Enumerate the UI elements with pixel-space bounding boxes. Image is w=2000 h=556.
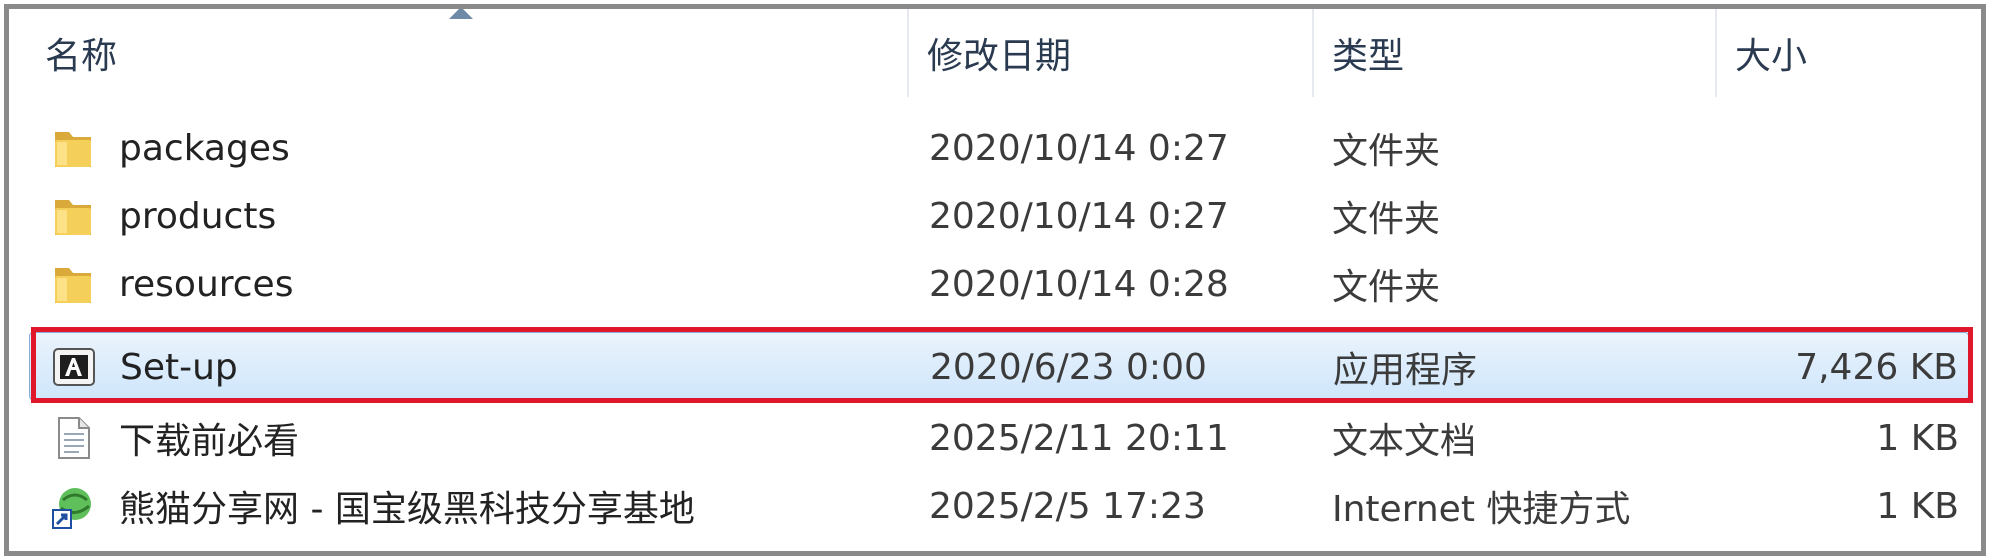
adobe-installer-icon <box>53 348 95 386</box>
file-size: 1 KB <box>1876 417 1959 459</box>
column-header-type[interactable]: 类型 <box>1332 9 1404 97</box>
sort-ascending-icon <box>449 9 473 19</box>
column-header-name[interactable]: 名称 <box>45 9 117 97</box>
file-row-resources[interactable]: resources 2020/10/14 0:28 文件夹 <box>29 250 1969 318</box>
modified-date: 2025/2/11 20:11 <box>929 417 1229 459</box>
column-header-bar: 名称 修改日期 类型 大小 <box>9 9 1981 97</box>
text-file-icon <box>58 417 90 459</box>
folder-icon <box>55 268 91 303</box>
file-name: packages <box>119 127 290 169</box>
file-row-packages[interactable]: packages 2020/10/14 0:27 文件夹 <box>29 114 1969 182</box>
modified-date: 2020/10/14 0:27 <box>929 195 1229 237</box>
folder-icon <box>55 200 91 235</box>
internet-shortcut-icon <box>52 488 91 529</box>
modified-date: 2020/10/14 0:27 <box>929 127 1229 169</box>
file-row-readme[interactable]: 下载前必看 2025/2/11 20:11 文本文档 1 KB <box>29 404 1969 472</box>
file-type: 文件夹 <box>1332 267 1441 308</box>
folder-icon <box>55 132 91 167</box>
file-name: products <box>119 195 277 237</box>
file-type: 文件夹 <box>1332 131 1441 172</box>
file-row-set-up[interactable]: Set-up 2020/6/23 0:00 应用程序 7,426 KB <box>29 332 1969 400</box>
file-name: resources <box>119 263 294 305</box>
modified-date: 2020/6/23 0:00 <box>930 346 1207 388</box>
file-name: 熊猫分享网 - 国宝级黑科技分享基地 <box>119 489 695 530</box>
file-size: 7,426 KB <box>1795 346 1958 388</box>
file-size: 1 KB <box>1876 485 1959 527</box>
file-row-internet-shortcut[interactable]: 熊猫分享网 - 国宝级黑科技分享基地 2025/2/5 17:23 Intern… <box>29 472 1969 540</box>
file-name: 下载前必看 <box>119 421 300 462</box>
modified-date: 2025/2/5 17:23 <box>929 485 1206 527</box>
column-header-size[interactable]: 大小 <box>1735 9 1807 97</box>
column-divider[interactable] <box>1312 9 1314 97</box>
file-row-products[interactable]: products 2020/10/14 0:27 文件夹 <box>29 182 1969 250</box>
file-type: 文本文档 <box>1332 421 1477 462</box>
column-header-date[interactable]: 修改日期 <box>927 9 1071 97</box>
file-type: Internet 快捷方式 <box>1332 489 1631 530</box>
modified-date: 2020/10/14 0:28 <box>929 263 1229 305</box>
file-explorer-window: 名称 修改日期 类型 大小 packages 2020/10/14 0:27 文… <box>4 4 1986 556</box>
file-type: 文件夹 <box>1332 199 1441 240</box>
column-divider[interactable] <box>907 9 909 97</box>
column-divider[interactable] <box>1715 9 1717 97</box>
file-type: 应用程序 <box>1333 350 1478 391</box>
file-name: Set-up <box>120 346 238 388</box>
